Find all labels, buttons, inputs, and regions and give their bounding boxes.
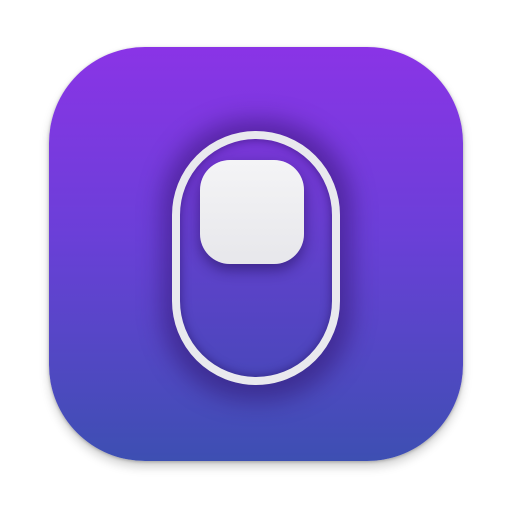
- icon-canvas: [0, 0, 512, 512]
- switch-knob: [200, 160, 304, 264]
